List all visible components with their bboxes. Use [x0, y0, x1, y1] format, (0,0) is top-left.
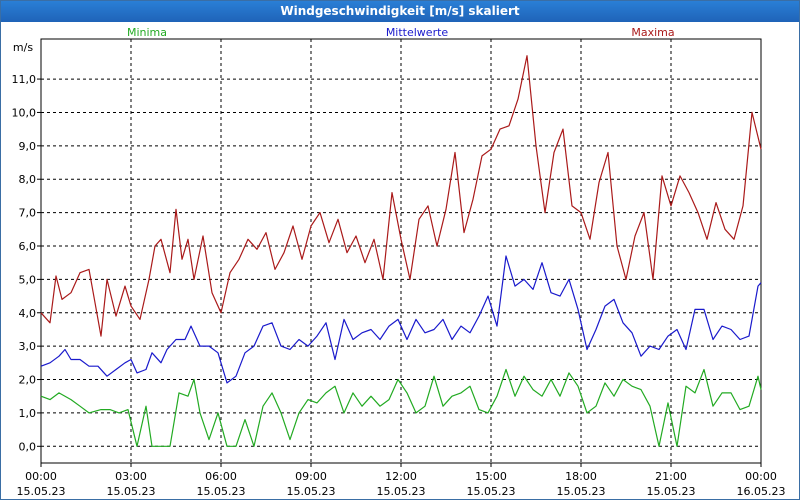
x-tick-date: 15.05.23 — [467, 485, 516, 498]
x-tick-date: 15.05.23 — [197, 485, 246, 498]
x-tick-time: 12:00 — [385, 470, 417, 483]
x-tick-date: 15.05.23 — [107, 485, 156, 498]
x-tick-time: 18:00 — [565, 470, 597, 483]
legend-entry-maxima: Maxima — [631, 26, 674, 39]
y-tick-label: 6,0 — [19, 240, 37, 253]
chart-window: Windgeschwindigkeit [m/s] skaliert 0,0 1,… — [0, 0, 800, 500]
y-tick-label: 0,0 — [19, 440, 37, 453]
x-tick-date: 15.05.23 — [557, 485, 606, 498]
y-tick-label: 2,0 — [19, 374, 37, 387]
x-tick-time: 03:00 — [115, 470, 147, 483]
y-tick-label: 7,0 — [19, 207, 37, 220]
x-tick-time: 00:00 — [25, 470, 57, 483]
y-tick-label: 1,0 — [19, 407, 37, 420]
x-tick-time: 00:00 — [745, 470, 777, 483]
y-tick-label: 8,0 — [19, 173, 37, 186]
x-tick-date: 15.05.23 — [377, 485, 426, 498]
grid — [41, 39, 761, 463]
y-tick-label: 4,0 — [19, 307, 37, 320]
axis-labels: 0,0 1,0 2,0 3,0 4,0 5,0 6,0 7,0 8,0 9,0 10,0 11,0 00… — [12, 41, 786, 498]
legend-entry-minima: Minima — [127, 26, 167, 39]
legend: Minima Mittelwerte Maxima — [127, 26, 675, 39]
y-tick-label: 3,0 — [19, 340, 37, 353]
legend-entry-mittelwerte: Mittelwerte — [386, 26, 449, 39]
y-tick-label: 11,0 — [12, 73, 37, 86]
y-tick-label: 5,0 — [19, 273, 37, 286]
chart-svg: 0,0 1,0 2,0 3,0 4,0 5,0 6,0 7,0 8,0 9,0 10,0 11,0 00… — [12, 26, 786, 498]
y-tick-label: 10,0 — [12, 106, 37, 119]
axes — [37, 38, 762, 467]
x-tick-date: 15.05.23 — [287, 485, 336, 498]
x-tick-date: 15.05.23 — [647, 485, 696, 498]
x-tick-date: 16.05.23 — [737, 485, 786, 498]
x-tick-time: 09:00 — [295, 470, 327, 483]
y-tick-label: 9,0 — [19, 140, 37, 153]
x-tick-time: 21:00 — [655, 470, 687, 483]
x-tick-time: 06:00 — [205, 470, 237, 483]
x-tick-time: 15:00 — [475, 470, 507, 483]
x-tick-date: 15.05.23 — [17, 485, 66, 498]
y-axis-label: m/s — [13, 41, 33, 54]
